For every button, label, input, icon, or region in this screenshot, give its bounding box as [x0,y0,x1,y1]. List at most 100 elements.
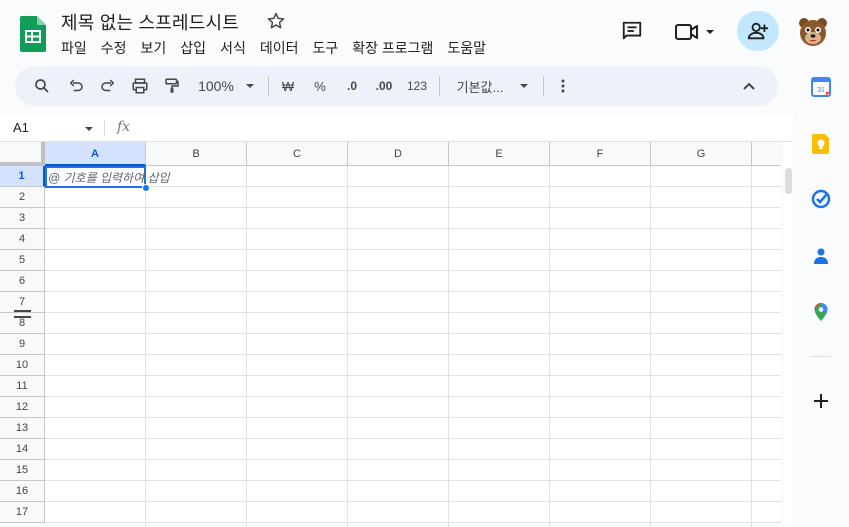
search-menus-button[interactable] [31,66,53,106]
column-header-e[interactable]: E [449,142,550,166]
maps-icon[interactable] [811,302,831,322]
increase-decimal-label: .00 [375,79,393,93]
percent-format-button[interactable]: % [309,66,331,106]
column-header-a[interactable]: A [45,142,146,166]
column-header-d[interactable]: D [348,142,449,166]
row-gridline [45,228,781,229]
currency-format-button[interactable]: ₩ [277,66,299,106]
row-header-13[interactable]: 13 [0,418,45,439]
row-header-5[interactable]: 5 [0,250,45,271]
font-select[interactable]: 기본값... [452,66,508,106]
column-gridline [246,166,247,527]
spreadsheet-grid[interactable]: A B C D E F G 1 2 3 4 5 6 7 8 9 10 11 12 13 14 15 16 17 @ 기호를 입력… [0,142,781,527]
cell-hint-text: @ 기호를 입력하여 삽입 [48,171,170,185]
avatar[interactable] [796,14,830,48]
row-gridline [45,417,781,418]
column-header-b[interactable]: B [146,142,247,166]
menu-edit[interactable]: 수정 [94,38,134,58]
document-title[interactable]: 제목 없는 스프레드시트 [61,9,239,35]
row-gridline [45,375,781,376]
row-gridline [45,522,781,523]
freeze-rows-handle-icon[interactable] [14,309,31,319]
scrollbar-thumb[interactable] [785,168,792,194]
select-all-corner[interactable] [0,142,45,166]
menu-insert[interactable]: 삽입 [173,38,213,58]
toolbar: 100% ₩ % .0 .00 123 기본값... [15,66,778,106]
sheets-app: 제목 없는 스프레드시트 파일 수정 보기 삽입 서식 데이터 도구 확장 프로… [0,0,849,527]
row-gridline [45,270,781,271]
more-options-button[interactable] [553,66,573,106]
chevron-up-icon [743,82,755,90]
row-header-6[interactable]: 6 [0,271,45,292]
contacts-icon[interactable] [811,246,831,266]
chevron-down-icon[interactable] [705,27,715,37]
paint-format-icon [165,78,179,93]
formula-divider [104,120,105,136]
menu-format[interactable]: 서식 [213,38,253,58]
video-call-icon[interactable] [674,21,700,43]
zoom-value[interactable]: 100% [193,66,239,106]
row-header-9[interactable]: 9 [0,334,45,355]
collapse-toolbar-button[interactable] [739,66,759,106]
row-header-12[interactable]: 12 [0,397,45,418]
row-header-4[interactable]: 4 [0,229,45,250]
row-header-10[interactable]: 10 [0,355,45,376]
row-gridline [45,501,781,502]
toolbar-divider [439,76,440,96]
share-button[interactable] [737,11,779,51]
row-gridline [45,186,781,187]
column-gridline [650,166,651,527]
toolbar-divider [543,76,544,96]
decrease-decimal-button[interactable]: .0 [339,66,365,106]
column-header-g[interactable]: G [651,142,752,166]
calendar-icon[interactable]: 31 [811,77,831,97]
column-header-c[interactable]: C [247,142,348,166]
column-header-f[interactable]: F [550,142,651,166]
name-box[interactable]: A1 [13,120,29,135]
more-vert-icon [561,79,565,93]
column-header-h[interactable] [752,142,781,166]
row-header-11[interactable]: 11 [0,376,45,397]
comment-icon[interactable] [621,20,643,42]
star-icon[interactable] [266,11,286,31]
row-header-17[interactable]: 17 [0,502,45,523]
row-header-16[interactable]: 16 [0,481,45,502]
redo-icon [101,79,115,92]
font-chevron-icon[interactable] [517,66,531,106]
undo-icon [69,79,83,92]
tasks-icon[interactable] [811,189,831,209]
menu-view[interactable]: 보기 [134,38,174,58]
menu-help[interactable]: 도움말 [440,38,493,58]
side-panel-divider [811,356,831,357]
vertical-scrollbar[interactable] [784,142,793,527]
menu-data[interactable]: 데이터 [253,38,306,58]
undo-button[interactable] [65,66,87,106]
add-icon[interactable] [811,391,831,411]
row-header-15[interactable]: 15 [0,460,45,481]
row-header-1[interactable]: 1 [0,166,45,187]
menu-bar: 파일 수정 보기 삽입 서식 데이터 도구 확장 프로그램 도움말 [61,38,493,58]
menu-tools[interactable]: 도구 [305,38,345,58]
number-format-button[interactable]: 123 [404,66,430,106]
row-gridline [45,312,781,313]
menu-extensions[interactable]: 확장 프로그램 [345,38,440,58]
redo-button[interactable] [97,66,119,106]
row-header-14[interactable]: 14 [0,439,45,460]
paint-format-button[interactable] [161,66,183,106]
column-gridline [549,166,550,527]
print-button[interactable] [129,66,151,106]
sheets-logo-icon[interactable] [20,16,46,52]
row-header-3[interactable]: 3 [0,208,45,229]
print-icon [132,78,148,94]
row-header-2[interactable]: 2 [0,187,45,208]
increase-decimal-button[interactable]: .00 [371,66,397,106]
keep-icon[interactable] [811,134,831,154]
header: 제목 없는 스프레드시트 파일 수정 보기 삽입 서식 데이터 도구 확장 프로… [0,0,830,64]
row-gridline [45,459,781,460]
row-gridline [45,396,781,397]
zoom-chevron-icon[interactable] [243,66,257,106]
row-gridline [45,480,781,481]
fill-handle[interactable] [142,184,150,192]
menu-file[interactable]: 파일 [61,38,94,58]
name-box-chevron-icon[interactable] [84,124,94,134]
